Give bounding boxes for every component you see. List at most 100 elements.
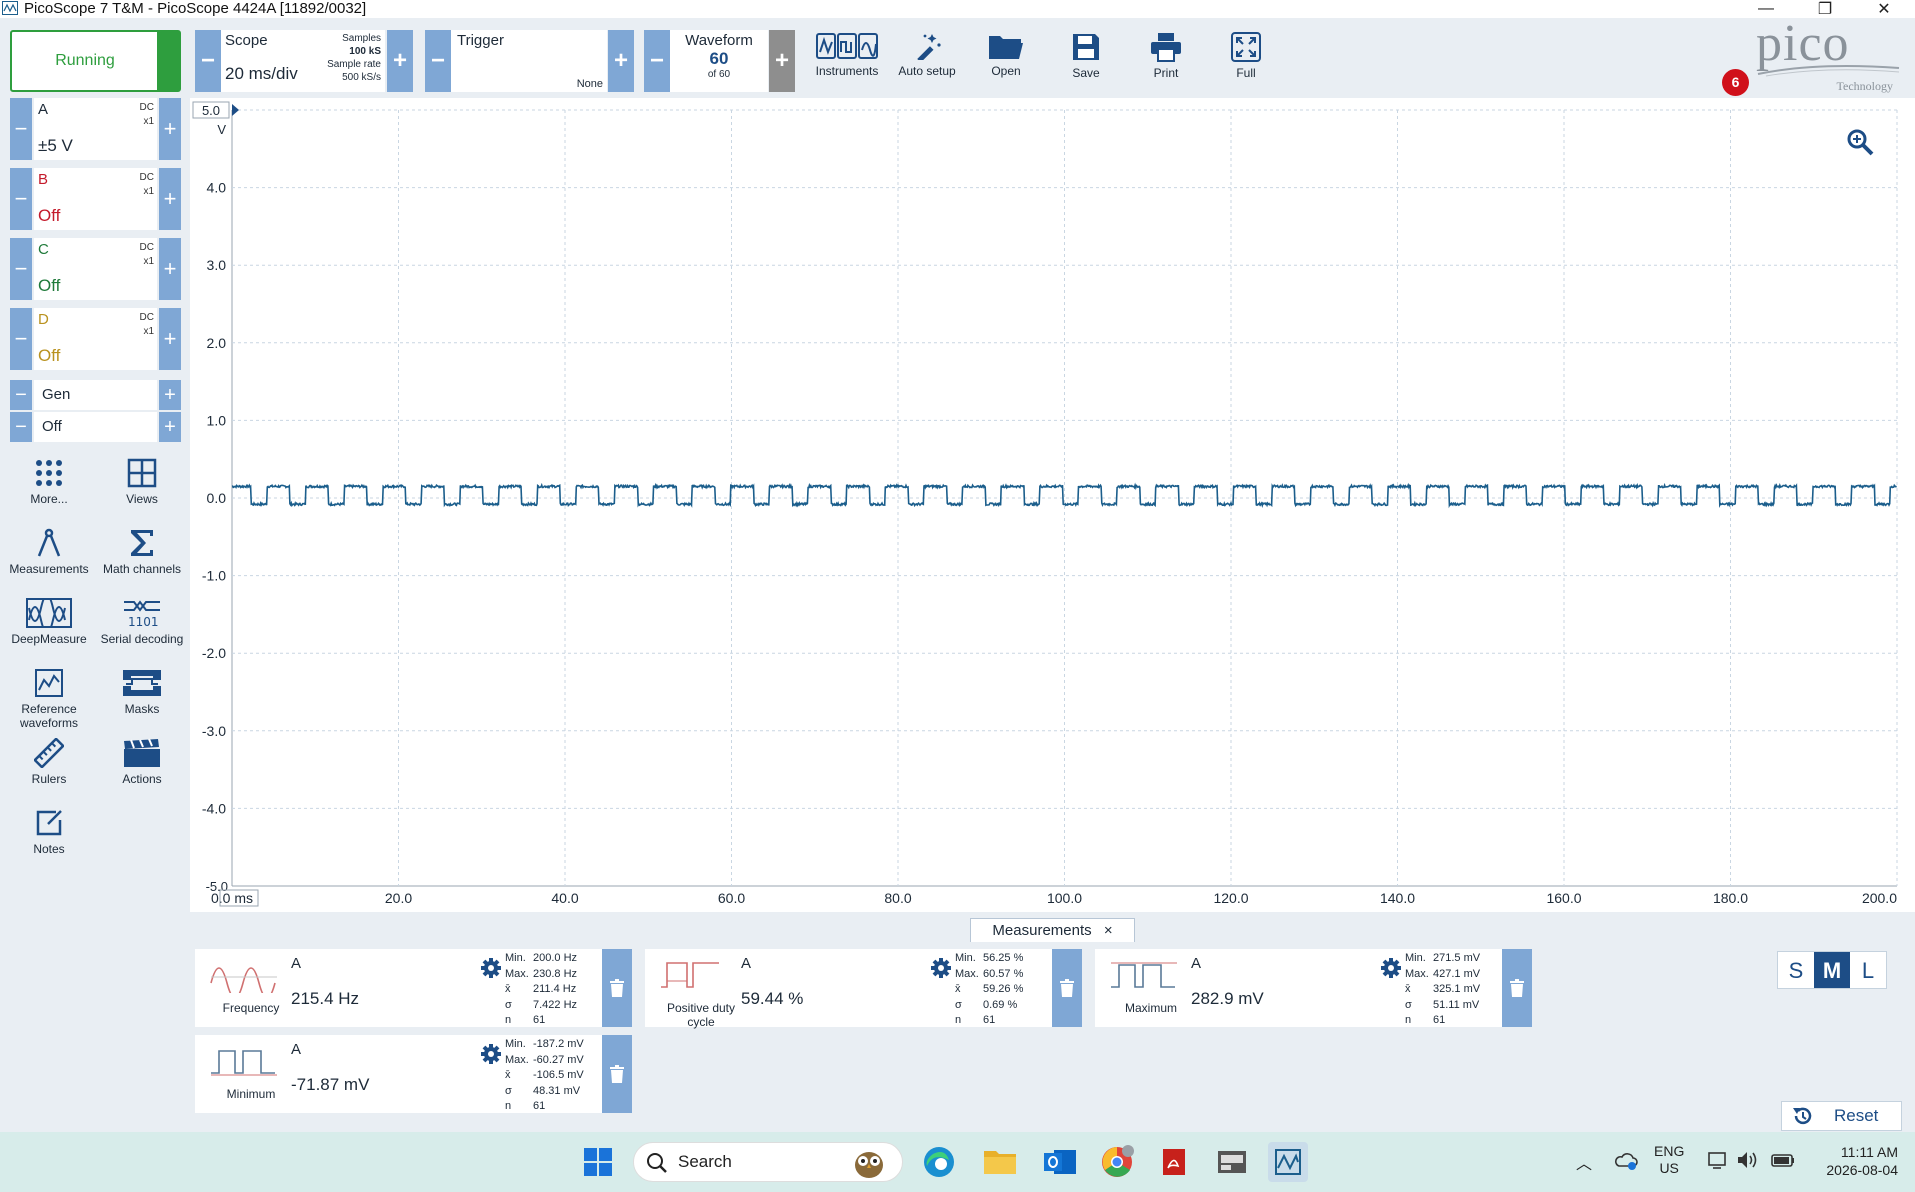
volume-icon[interactable] xyxy=(1735,1148,1759,1175)
channel-d-range-increase[interactable]: + xyxy=(159,308,181,370)
open-button[interactable]: Open xyxy=(970,26,1042,92)
channel-c-control: − C DC x1 Off + xyxy=(10,238,181,300)
scope-settings-box[interactable]: Scope 20 ms/div Samples 100 kS Sample ra… xyxy=(221,30,385,92)
measurements-tab-close-icon[interactable]: × xyxy=(1104,922,1113,939)
delete-measurement-button[interactable] xyxy=(1052,949,1082,1027)
measurement-card[interactable]: Frequency A 215.4 Hz Min. 200.0 Hz Max. 23… xyxy=(195,949,632,1027)
deepmeasure-button[interactable]: DeepMeasure xyxy=(3,598,95,646)
measurements-tab[interactable]: Measurements × xyxy=(970,918,1135,942)
trigger-increase-button[interactable]: + xyxy=(608,30,634,92)
gear-icon[interactable] xyxy=(480,957,502,979)
waveform-previous-button[interactable]: − xyxy=(644,30,670,92)
compass-icon xyxy=(37,528,61,557)
onedrive-icon[interactable] xyxy=(1614,1148,1638,1175)
math-channels-button[interactable]: Math channels xyxy=(96,528,188,576)
save-button[interactable]: Save xyxy=(1050,26,1122,92)
full-screen-button[interactable]: Full xyxy=(1210,26,1282,92)
language-code: ENG xyxy=(1654,1143,1685,1159)
channel-a-range-decrease[interactable]: − xyxy=(10,98,32,160)
measurement-card[interactable]: Positive duty cycle A 59.44 % Min. 56.25 %… xyxy=(645,949,1082,1029)
rulers-button[interactable]: Rulers xyxy=(3,738,95,786)
channel-d-settings[interactable]: D DC x1 Off xyxy=(34,308,157,370)
gear-icon[interactable] xyxy=(930,957,952,979)
channel-d-range-decrease[interactable]: − xyxy=(10,308,32,370)
generator-state-decrease[interactable]: − xyxy=(10,412,32,442)
print-button[interactable]: Print xyxy=(1130,26,1202,92)
actions-button[interactable]: Actions xyxy=(96,738,188,786)
run-status-label: Running xyxy=(55,52,115,69)
x-tick-label: 20.0 xyxy=(385,890,412,906)
measurement-card[interactable]: Minimum A -71.87 mV Min. -187.2 mV Max. -6… xyxy=(195,1035,632,1113)
trigger-settings-box[interactable]: Trigger None xyxy=(451,30,607,92)
battery-icon[interactable] xyxy=(1770,1148,1796,1175)
instruments-button[interactable]: Instruments xyxy=(811,26,883,92)
auto-setup-button[interactable]: Auto setup xyxy=(891,26,963,92)
app-taskbar-button[interactable] xyxy=(1212,1142,1252,1182)
oscilloscope-view[interactable]: 4.0 3.0 2.0 1.0 0.0 -1.0 -2.0 -3.0 -4.0 5.0 V -5.0 … xyxy=(190,98,1915,912)
network-icon[interactable] xyxy=(1706,1148,1730,1175)
channel-c-range-increase[interactable]: + xyxy=(159,238,181,300)
channel-b-range-decrease[interactable]: − xyxy=(10,168,32,230)
language-indicator[interactable]: ENG US xyxy=(1654,1143,1684,1177)
start-button[interactable] xyxy=(578,1142,618,1182)
masks-button[interactable]: Masks xyxy=(96,668,188,716)
picoscope-taskbar-button[interactable] xyxy=(1268,1142,1308,1182)
channel-a-settings[interactable]: A DC x1 ±5 V xyxy=(34,98,157,160)
dots-grid-icon xyxy=(36,460,62,486)
delete-measurement-button[interactable] xyxy=(602,1035,632,1113)
more-button[interactable]: More... xyxy=(3,458,95,506)
measurements-button[interactable]: Measurements xyxy=(3,528,95,576)
file-explorer-taskbar-button[interactable] xyxy=(980,1142,1020,1182)
tray-overflow-chevron-icon[interactable]: ︿ xyxy=(1576,1150,1592,1174)
gear-icon[interactable] xyxy=(1380,957,1402,979)
samples-label: Samples xyxy=(342,33,381,44)
delete-measurement-button[interactable] xyxy=(1502,949,1532,1027)
waveform-buffer-box[interactable]: Waveform 60 of 60 xyxy=(670,30,768,92)
channel-b-settings[interactable]: B DC x1 Off xyxy=(34,168,157,230)
run-stop-button[interactable]: Running xyxy=(10,30,181,92)
generator-increase[interactable]: + xyxy=(159,380,181,410)
reference-waveforms-button[interactable]: Reference waveforms xyxy=(3,668,95,730)
clock[interactable]: 11:11 AM 2026-08-04 xyxy=(1818,1143,1898,1179)
serial-decoding-button[interactable]: 1101 Serial decoding xyxy=(96,598,188,646)
channel-c-settings[interactable]: C DC x1 Off xyxy=(34,238,157,300)
close-button[interactable]: ✕ xyxy=(1861,0,1907,18)
measurement-statistics: Min. 271.5 mV Max. 427.1 mV x̄ 325.1 mV σ 51… xyxy=(1405,952,1481,1026)
edge-taskbar-button[interactable] xyxy=(919,1142,959,1182)
delete-measurement-button[interactable] xyxy=(602,949,632,1027)
reset-statistics-button[interactable]: Reset xyxy=(1781,1101,1902,1131)
generator-label[interactable]: Gen xyxy=(34,380,157,410)
pdf-taskbar-button[interactable] xyxy=(1155,1142,1195,1182)
outlook-taskbar-button[interactable] xyxy=(1040,1142,1080,1182)
measurement-channel: A xyxy=(1191,955,1202,972)
channel-d-probe: x1 xyxy=(143,326,154,337)
channel-b-probe: x1 xyxy=(143,186,154,197)
size-small-button[interactable]: S xyxy=(1778,952,1814,988)
notification-badge[interactable]: 6 xyxy=(1722,69,1749,96)
channel-c-range-decrease[interactable]: − xyxy=(10,238,32,300)
timebase-decrease-button[interactable]: − xyxy=(195,30,221,92)
channel-b-range-increase[interactable]: + xyxy=(159,168,181,230)
x-tick-label: 180.0 xyxy=(1713,890,1748,906)
notes-button[interactable]: Notes xyxy=(3,808,95,856)
channel-c-coupling: DC xyxy=(139,242,154,253)
waveform-next-button[interactable]: + xyxy=(769,30,795,92)
generator-decrease[interactable]: − xyxy=(10,380,32,410)
zoom-icon[interactable] xyxy=(1846,128,1874,161)
channel-a-range-increase[interactable]: + xyxy=(159,98,181,160)
generator-state[interactable]: Off xyxy=(34,412,157,442)
timebase-increase-button[interactable]: + xyxy=(387,30,413,92)
chrome-taskbar-button[interactable] xyxy=(1097,1142,1137,1182)
size-large-button[interactable]: L xyxy=(1850,952,1886,988)
size-medium-button[interactable]: M xyxy=(1814,952,1850,988)
taskbar-search[interactable]: Search xyxy=(633,1142,903,1182)
views-button[interactable]: Views xyxy=(96,458,188,506)
gear-icon[interactable] xyxy=(480,1043,502,1065)
trigger-decrease-button[interactable]: − xyxy=(425,30,451,92)
scope-plot[interactable]: 4.03.02.01.00.0-1.0-2.0-3.0-4.05.0V-5.0 … xyxy=(190,98,1915,912)
measurement-card[interactable]: Maximum A 282.9 mV Min. 271.5 mV Max. 427.… xyxy=(1095,949,1532,1027)
generator-state-increase[interactable]: + xyxy=(159,412,181,442)
svg-text:1101: 1101 xyxy=(128,615,159,628)
y-tick-label: 2.0 xyxy=(207,335,227,351)
keyboard-layout: US xyxy=(1659,1160,1679,1176)
